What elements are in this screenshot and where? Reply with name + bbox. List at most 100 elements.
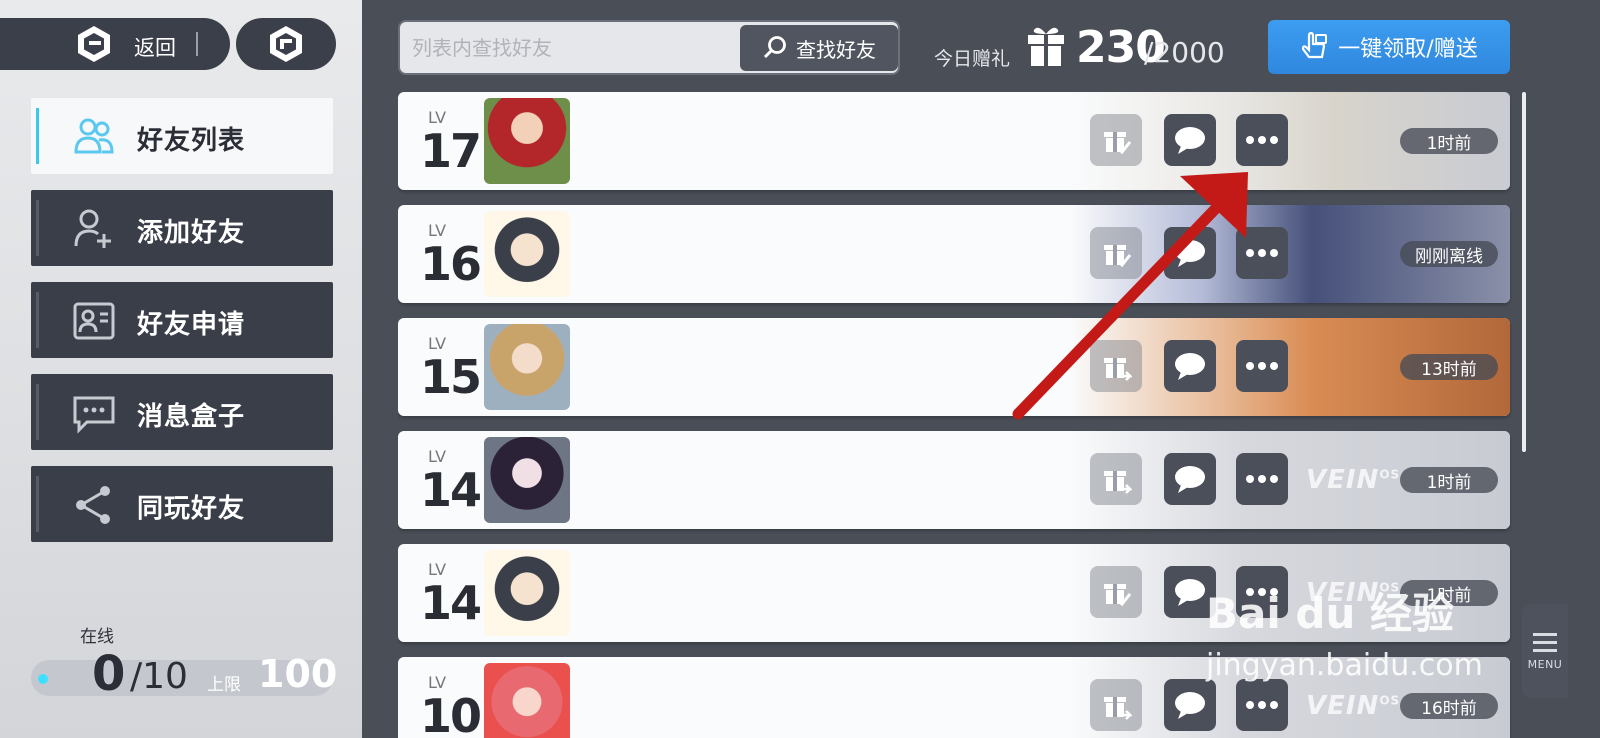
back-label: 返回 bbox=[134, 36, 176, 60]
more-dots-icon bbox=[1246, 362, 1278, 370]
menu-button[interactable]: MENU bbox=[1522, 604, 1568, 698]
more-options-button[interactable] bbox=[1236, 114, 1288, 166]
chat-button[interactable] bbox=[1164, 227, 1216, 279]
hand-tap-icon bbox=[1302, 32, 1328, 59]
game-logo-icon bbox=[72, 22, 116, 66]
brand-text: VEIN bbox=[1306, 465, 1380, 495]
friend-row: LV 15 13时前 bbox=[398, 318, 1510, 416]
more-options-button[interactable] bbox=[1236, 453, 1288, 505]
gift-button[interactable] bbox=[1090, 340, 1142, 392]
limit-value: 100 bbox=[258, 652, 338, 696]
sidebar-item-label: 添加好友 bbox=[137, 218, 246, 248]
menu-label: MENU bbox=[1527, 657, 1563, 671]
message-icon bbox=[73, 396, 115, 434]
sidebar-item-friend-list[interactable]: 好友列表 bbox=[31, 98, 333, 174]
last-online-badge: 1时前 bbox=[1400, 467, 1498, 493]
item-indicator bbox=[36, 200, 39, 256]
scrollbar[interactable] bbox=[1522, 92, 1526, 452]
friend-request-icon bbox=[73, 302, 115, 340]
level-value: 15 bbox=[420, 350, 482, 404]
active-indicator bbox=[36, 108, 39, 164]
divider bbox=[196, 32, 198, 56]
watermark-url: jingyan.baidu.com bbox=[1206, 648, 1483, 683]
more-dots-icon bbox=[1246, 136, 1278, 144]
friend-list: LV 17 1时前 LV 16 刚刚离线 LV 15 13时前 LV 14 VEINOS 1时前 LV 14… bbox=[398, 92, 1512, 738]
friends-icon bbox=[74, 118, 114, 154]
gift-button[interactable] bbox=[1090, 114, 1142, 166]
chat-bubble-icon bbox=[1175, 127, 1205, 154]
sidebar: 返回 好友列表 添加好友 好友申请 消息盒子 同玩好友 在线 0 /10 上限 … bbox=[0, 0, 362, 738]
sidebar-item-label: 同玩好友 bbox=[137, 494, 246, 524]
brand-sup: OS bbox=[1379, 467, 1401, 482]
chat-bubble-icon bbox=[1175, 579, 1205, 606]
level-value: 10 bbox=[420, 689, 482, 738]
limit-label: 上限 bbox=[207, 675, 241, 695]
more-options-button[interactable] bbox=[1236, 227, 1288, 279]
sidebar-item-co-play-friends[interactable]: 同玩好友 bbox=[31, 466, 333, 542]
chat-bubble-icon bbox=[1175, 692, 1205, 719]
search-button[interactable]: 查找好友 bbox=[740, 25, 898, 71]
online-status-dot bbox=[38, 674, 48, 684]
sidebar-item-label: 好友列表 bbox=[137, 126, 246, 156]
claim-send-all-label: 一键领取/赠送 bbox=[1338, 37, 1478, 62]
avatar[interactable] bbox=[484, 663, 570, 738]
watermark-text: Bai du 经验 bbox=[1206, 589, 1454, 638]
gift-received-icon bbox=[1104, 584, 1132, 607]
avatar[interactable] bbox=[484, 211, 570, 297]
more-dots-icon bbox=[1246, 249, 1278, 257]
gift-button[interactable] bbox=[1090, 453, 1142, 505]
friend-row: LV 17 1时前 bbox=[398, 92, 1510, 190]
chat-button[interactable] bbox=[1164, 453, 1216, 505]
chat-button[interactable] bbox=[1164, 114, 1216, 166]
sidebar-item-label: 好友申请 bbox=[137, 310, 246, 340]
claim-send-all-button[interactable]: 一键领取/赠送 bbox=[1268, 20, 1510, 74]
sidebar-item-friend-request[interactable]: 好友申请 bbox=[31, 282, 333, 358]
chat-bubble-icon bbox=[1175, 466, 1205, 493]
friend-row: LV 16 刚刚离线 bbox=[398, 205, 1510, 303]
share-icon bbox=[76, 486, 110, 524]
home-hex-icon bbox=[270, 26, 302, 62]
avatar[interactable] bbox=[484, 98, 570, 184]
sidebar-item-add-friend[interactable]: 添加好友 bbox=[31, 190, 333, 266]
more-dots-icon bbox=[1246, 701, 1278, 709]
search-input[interactable] bbox=[412, 32, 732, 64]
gift-send-icon bbox=[1104, 697, 1132, 720]
gift-received-icon bbox=[1104, 132, 1132, 155]
avatar[interactable] bbox=[484, 437, 570, 523]
search-icon bbox=[763, 36, 786, 59]
brand-sup: OS bbox=[1379, 693, 1401, 708]
avatar[interactable] bbox=[484, 550, 570, 636]
gift-received-icon bbox=[1104, 245, 1132, 268]
online-max: /10 bbox=[130, 656, 188, 697]
sidebar-nav: 好友列表 添加好友 好友申请 消息盒子 同玩好友 bbox=[31, 98, 333, 558]
chat-bubble-icon bbox=[1175, 353, 1205, 380]
home-button[interactable] bbox=[236, 18, 336, 70]
more-options-button[interactable] bbox=[1236, 340, 1288, 392]
last-online-badge: 13时前 bbox=[1400, 354, 1498, 380]
online-count: 0 bbox=[92, 646, 125, 702]
sidebar-item-label: 消息盒子 bbox=[137, 402, 246, 432]
search-bar: 查找好友 bbox=[398, 20, 900, 75]
last-online-badge: 刚刚离线 bbox=[1400, 241, 1498, 267]
chat-button[interactable] bbox=[1164, 340, 1216, 392]
item-indicator bbox=[36, 292, 39, 348]
avatar[interactable] bbox=[484, 324, 570, 410]
back-button[interactable]: 返回 bbox=[0, 18, 230, 70]
chat-button[interactable] bbox=[1164, 679, 1216, 731]
item-indicator bbox=[36, 476, 39, 532]
item-indicator bbox=[36, 384, 39, 440]
level-value: 17 bbox=[420, 124, 482, 178]
hamburger-icon bbox=[1533, 632, 1557, 652]
add-friend-icon bbox=[74, 209, 111, 248]
gift-button[interactable] bbox=[1090, 679, 1142, 731]
more-options-button[interactable] bbox=[1236, 679, 1288, 731]
gift-send-icon bbox=[1104, 358, 1132, 381]
daily-gift-total: /2000 bbox=[1144, 36, 1225, 69]
daily-gift-label: 今日赠礼 bbox=[934, 48, 1011, 70]
gift-send-icon bbox=[1104, 471, 1132, 494]
gift-button[interactable] bbox=[1090, 227, 1142, 279]
friend-row: LV 14 VEINOS 1时前 bbox=[398, 431, 1510, 529]
search-button-label: 查找好友 bbox=[796, 37, 876, 62]
gift-button[interactable] bbox=[1090, 566, 1142, 618]
sidebar-item-message-box[interactable]: 消息盒子 bbox=[31, 374, 333, 450]
